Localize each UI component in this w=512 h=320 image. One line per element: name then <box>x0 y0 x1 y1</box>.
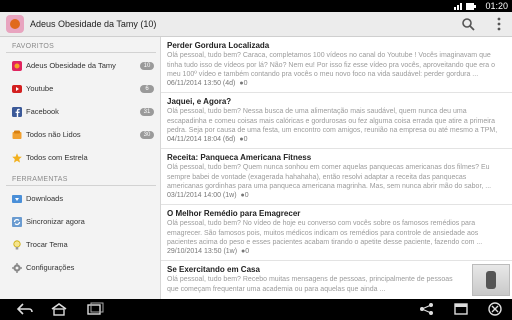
drawer-item-label: Todos não Lidos <box>26 130 81 139</box>
drawer-item-label: Configurações <box>26 263 75 272</box>
drawer-item-label: Youtube <box>26 84 54 93</box>
signal-icon <box>454 3 476 10</box>
drawer-item-unread[interactable]: Todos não Lidos 30 <box>0 124 160 146</box>
post-title: Se Exercitando em Casa <box>167 265 260 274</box>
app-title: Adeus Obesidade da Tamy (10) <box>30 19 157 29</box>
post-excerpt: Olá pessoal, tudo bem? Quem nunca sonhou… <box>167 164 492 191</box>
comment-count: 0 <box>243 80 248 87</box>
list-item[interactable]: Receita: Panqueca Americana Fitness Olá … <box>161 149 512 205</box>
post-date: 04/11/2014 18:04 (6d) <box>167 136 236 143</box>
window-icon[interactable] <box>452 302 470 316</box>
post-date: 03/11/2014 14:00 (1w) <box>167 192 237 199</box>
youtube-icon <box>12 85 22 93</box>
post-meta: 04/11/2014 18:04 (6d) ●0 <box>167 136 247 143</box>
list-item[interactable]: Perder Gordura Localizada Olá pessoal, t… <box>161 37 512 93</box>
unread-count-badge: 10 <box>140 62 154 70</box>
search-icon[interactable] <box>460 16 476 32</box>
favorites-header: FAVORITOS <box>12 43 55 50</box>
drawer-item-adeus-obesidade[interactable]: Adeus Obesidade da Tamy 10 <box>0 55 160 77</box>
post-excerpt: Olá pessoal, tudo bem? No vídeo de hoje … <box>167 220 483 247</box>
comment-count: 0 <box>244 192 249 199</box>
comment-count: 0 <box>243 136 248 143</box>
post-title: Perder Gordura Localizada <box>167 41 270 50</box>
action-bar: Adeus Obesidade da Tamy (10) <box>0 12 512 37</box>
drawer-item-downloads[interactable]: Downloads <box>0 188 160 210</box>
unread-count-badge: 6 <box>140 85 154 93</box>
comment-count: 0 <box>245 248 250 255</box>
drawer-item-starred[interactable]: Todos com Estrela <box>0 147 160 169</box>
post-meta: 29/10/2014 13:50 (1w) ●0 <box>167 248 249 255</box>
feed-icon <box>12 61 22 71</box>
drawer-item-facebook[interactable]: Facebook 31 <box>0 101 160 123</box>
drawer-item-label: Sincronizar agora <box>26 217 85 226</box>
back-icon[interactable] <box>16 302 34 316</box>
download-icon <box>12 195 22 203</box>
drawer-item-youtube[interactable]: Youtube 6 <box>0 78 160 100</box>
drawer-item-label: Facebook <box>26 107 59 116</box>
status-bar: 01:20 <box>0 0 512 12</box>
drawer-item-sync[interactable]: Sincronizar agora <box>0 211 160 233</box>
post-thumbnail <box>472 264 510 296</box>
unread-count-badge: 30 <box>140 131 154 139</box>
close-icon[interactable] <box>486 302 504 316</box>
post-excerpt: Olá pessoal, tudo bem? Caraca, completam… <box>167 52 496 79</box>
post-date: 06/11/2014 13:50 (4d) <box>167 80 236 87</box>
section-divider <box>6 52 156 53</box>
list-item[interactable]: Se Exercitando em Casa Olá pessoal, tudo… <box>161 261 512 299</box>
status-clock: 01:20 <box>485 1 508 11</box>
post-meta: 06/11/2014 13:50 (4d) ●0 <box>167 80 247 87</box>
tools-header: FERRAMENTAS <box>12 176 68 183</box>
recents-icon[interactable] <box>86 302 104 316</box>
share-icon[interactable] <box>418 302 436 316</box>
unread-count-badge: 31 <box>140 108 154 116</box>
app-icon[interactable] <box>6 15 24 33</box>
post-title: Receita: Panqueca Americana Fitness <box>167 153 312 162</box>
star-icon <box>12 153 22 163</box>
section-divider <box>6 185 156 186</box>
facebook-icon <box>12 107 22 117</box>
navigation-drawer: FAVORITOS Adeus Obesidade da Tamy 10 You… <box>0 37 161 299</box>
drawer-item-label: Downloads <box>26 194 64 203</box>
list-item[interactable]: Jaquei, e Agora? Olá pessoal, tudo bem? … <box>161 93 512 149</box>
drawer-item-theme[interactable]: Trocar Tema <box>0 234 160 256</box>
drawer-item-label: Trocar Tema <box>26 240 68 249</box>
post-meta: 03/11/2014 14:00 (1w) ●0 <box>167 192 249 199</box>
post-date: 29/10/2014 13:50 (1w) <box>167 248 238 255</box>
system-nav-bar <box>0 299 512 320</box>
drawer-item-label: Adeus Obesidade da Tamy <box>26 61 116 70</box>
post-title: Jaquei, e Agora? <box>167 97 232 106</box>
post-list[interactable]: Perder Gordura Localizada Olá pessoal, t… <box>161 37 512 299</box>
theme-icon <box>13 240 21 250</box>
gear-icon <box>12 263 22 273</box>
post-title: O Melhor Remédio para Emagrecer <box>167 209 301 218</box>
drawer-item-label: Todos com Estrela <box>26 153 88 162</box>
post-excerpt: Olá pessoal, tudo bem? Recebo muitas men… <box>167 276 453 293</box>
unread-icon <box>12 130 22 139</box>
list-item[interactable]: O Melhor Remédio para Emagrecer Olá pess… <box>161 205 512 261</box>
drawer-item-settings[interactable]: Configurações <box>0 257 160 279</box>
home-icon[interactable] <box>50 302 68 316</box>
sync-icon <box>12 217 22 227</box>
overflow-menu-icon[interactable] <box>492 16 506 32</box>
post-excerpt: Olá pessoal, tudo bem? Nessa busca de um… <box>167 108 498 135</box>
